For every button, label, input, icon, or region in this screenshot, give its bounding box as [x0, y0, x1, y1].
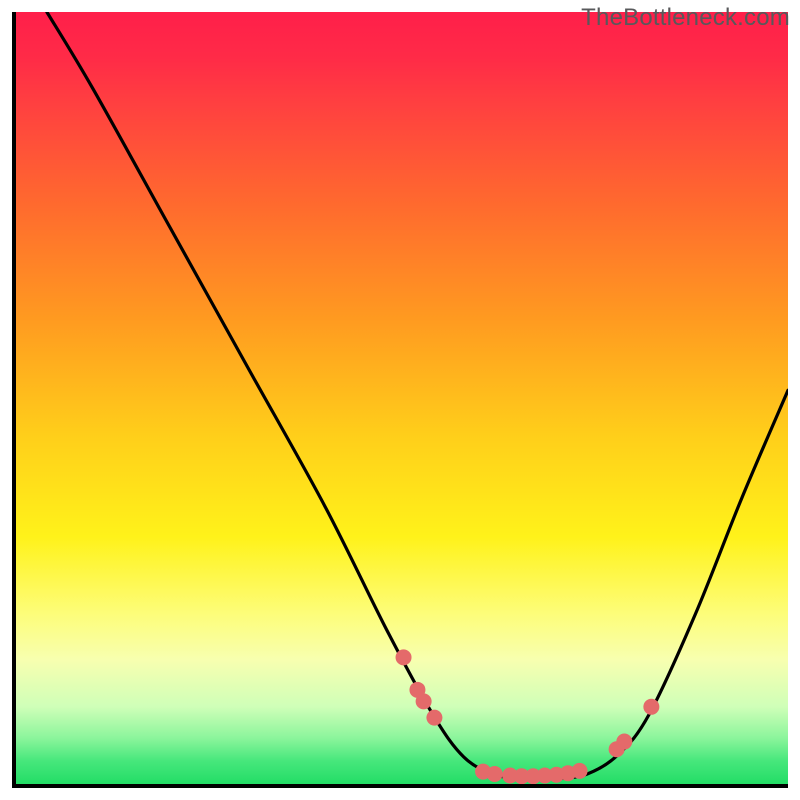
- curve-marker: [396, 649, 412, 665]
- curve-marker: [616, 734, 632, 750]
- plot-area: [12, 12, 788, 788]
- bottleneck-curve: [47, 12, 788, 779]
- chart-frame: TheBottleneck.com: [0, 0, 800, 800]
- chart-svg: [16, 12, 788, 784]
- watermark-text: TheBottleneck.com: [581, 4, 790, 32]
- curve-marker: [643, 699, 659, 715]
- curve-marker: [426, 710, 442, 726]
- curve-marker: [572, 763, 588, 779]
- curve-marker: [416, 693, 432, 709]
- curve-markers-group: [396, 649, 660, 784]
- curve-marker: [487, 766, 503, 782]
